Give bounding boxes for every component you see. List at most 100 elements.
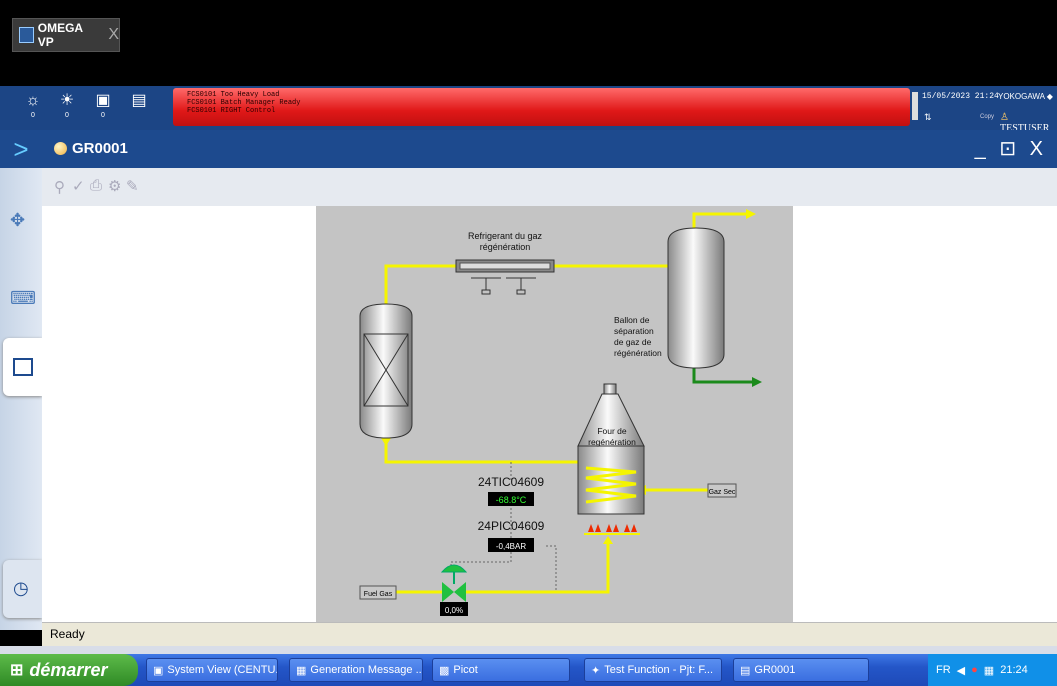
task-system-view[interactable]: ▣ System View (CENTU... bbox=[146, 658, 278, 682]
outlet-top-arrow bbox=[746, 209, 756, 219]
edit-icon[interactable]: ✎ bbox=[126, 177, 139, 195]
start-button[interactable]: ⊞ démarrer bbox=[0, 654, 138, 686]
pic-value: -0,4BAR bbox=[496, 542, 526, 551]
process-diagram: Refrigerant du gaz régénération Ballon d… bbox=[316, 206, 793, 622]
alarm-line: FCS0101 Batch Manager Ready bbox=[187, 99, 301, 107]
copy-label[interactable]: Copy bbox=[980, 114, 994, 120]
header-right: 15/05/2023 21:24 YOKOGAWA ◆ ⇅ Copy ♙ TES… bbox=[912, 86, 1057, 134]
clock-icon: ◷ bbox=[13, 578, 29, 598]
window-icon: ▦ bbox=[296, 664, 307, 677]
tuning-icon[interactable]: ⚙ bbox=[108, 177, 121, 195]
task-picot[interactable]: ▩ Picot bbox=[432, 658, 570, 682]
process-alarm-button[interactable]: ☼ 0 bbox=[18, 90, 48, 126]
window-icon: ▣ bbox=[153, 664, 164, 677]
control-valve-right[interactable] bbox=[454, 582, 466, 602]
process-alarm-count: 0 bbox=[31, 112, 35, 119]
ballon-label-4: régénération bbox=[614, 348, 662, 358]
system-alarm-button[interactable]: ☀ 0 bbox=[52, 90, 82, 126]
window-icon: ▩ bbox=[439, 664, 450, 677]
fuel-gas-label: Fuel Gas bbox=[364, 591, 393, 598]
cooler-label-2: régénération bbox=[480, 242, 531, 252]
tic-tag: 24TIC04609 bbox=[478, 475, 544, 489]
grid-icon bbox=[13, 358, 33, 376]
status-bar: Ready bbox=[42, 622, 1057, 646]
operator-guide-button[interactable]: ▣ 0 bbox=[88, 90, 118, 126]
history-tab[interactable]: ◷ bbox=[3, 560, 42, 618]
alarm-line: FCS0101 RIGHT Control bbox=[187, 107, 276, 115]
keyboard-icon[interactable]: ⌨ bbox=[10, 288, 36, 309]
app-icon bbox=[19, 27, 34, 43]
side-nav: > ✥ ⌨ ◷ bbox=[0, 130, 43, 630]
app-top-bar bbox=[0, 0, 1057, 86]
dryer-vessel bbox=[359, 303, 413, 439]
cooler-fans bbox=[471, 277, 536, 295]
check-icon[interactable]: ✓ bbox=[72, 177, 85, 195]
window-bottom-border bbox=[0, 646, 1057, 654]
task-label: GR0001 bbox=[754, 664, 796, 676]
status-text: Ready bbox=[50, 627, 85, 641]
operator-guide-count: 0 bbox=[101, 112, 105, 119]
print-icon[interactable]: ⎙ bbox=[90, 177, 102, 194]
gaz-sec-label: Gaz Sec bbox=[709, 489, 736, 496]
graphic-view-tab[interactable] bbox=[3, 338, 42, 396]
cooler-label-1: Refrigerant du gaz bbox=[468, 231, 543, 241]
user-icon: ♙ bbox=[1000, 112, 1009, 123]
windows-logo-icon: ⊞ bbox=[10, 662, 24, 679]
alarm-banner[interactable]: FCS0101 Too Heavy Load FCS0101 Batch Man… bbox=[173, 88, 910, 126]
message-button[interactable]: ▤ bbox=[124, 90, 154, 126]
fuel-arrow bbox=[603, 536, 613, 544]
tic-value: -68.8°C bbox=[496, 495, 527, 505]
status-lamp-icon bbox=[54, 142, 67, 155]
window-icon: ✦ bbox=[591, 664, 601, 677]
tray-chevron-icon[interactable]: ◀ bbox=[957, 664, 965, 677]
valve-actuator bbox=[440, 564, 468, 573]
navigation-icon[interactable]: ✥ bbox=[10, 210, 25, 231]
window-controls[interactable]: _ ⊡ X bbox=[975, 136, 1047, 161]
network-tray-icon[interactable]: ▦ bbox=[984, 664, 994, 677]
process-diagram-svg: Refrigerant du gaz régénération Ballon d… bbox=[359, 209, 762, 616]
task-test-function[interactable]: ✦ Test Function - Pjt: F... bbox=[584, 658, 722, 682]
window-title: GR0001 bbox=[72, 140, 128, 157]
four-label-1: Four de bbox=[597, 426, 627, 436]
cooler-tubes bbox=[459, 262, 551, 270]
process-alarm-icon: ☼ bbox=[25, 92, 41, 109]
return-arrow bbox=[381, 438, 391, 446]
furnace-stack bbox=[603, 383, 617, 395]
network-icon[interactable]: ⇅ bbox=[924, 112, 932, 123]
brand-logo: YOKOGAWA ◆ bbox=[998, 92, 1053, 101]
task-label: Picot bbox=[453, 664, 478, 676]
pic-tag: 24PIC04609 bbox=[478, 519, 545, 533]
control-valve-left[interactable] bbox=[442, 582, 454, 602]
task-gr0001[interactable]: ▤ GR0001 bbox=[733, 658, 869, 682]
start-label: démarrer bbox=[29, 659, 108, 680]
app-tab-title: OMEGA VP bbox=[37, 21, 83, 49]
language-indicator[interactable]: FR bbox=[936, 664, 951, 676]
window-toolbar: ⚲ ✓ ⎙ ⚙ ✎ bbox=[42, 168, 1057, 206]
ballon-label-2: séparation bbox=[614, 326, 654, 336]
alarm-line: FCS0101 Too Heavy Load bbox=[187, 91, 280, 99]
valve-value: 0,0% bbox=[445, 606, 463, 615]
app-tab[interactable]: OMEGA VP X bbox=[12, 18, 120, 52]
liquid-outlet-arrow bbox=[752, 377, 762, 387]
close-icon[interactable]: X bbox=[108, 26, 119, 44]
task-label: Generation Message ... bbox=[310, 664, 423, 676]
separator-drum bbox=[667, 227, 725, 369]
security-icon[interactable]: ● bbox=[971, 664, 978, 676]
four-label-2: regénération bbox=[588, 437, 636, 447]
liquid-outlet-line bbox=[692, 366, 752, 384]
system-tray: FR ◀ ● ▦ 21:24 bbox=[928, 654, 1057, 686]
burner-flames bbox=[588, 524, 637, 532]
zoom-icon[interactable]: ⚲ bbox=[54, 178, 65, 196]
task-generation-message[interactable]: ▦ Generation Message ... bbox=[289, 658, 423, 682]
task-label: System View (CENTU... bbox=[167, 664, 278, 676]
system-alarm-count: 0 bbox=[65, 112, 69, 119]
expand-chevron-icon[interactable]: > bbox=[0, 130, 42, 168]
operator-guide-icon: ▣ bbox=[95, 92, 111, 109]
ballon-label-3: de gaz de bbox=[614, 337, 652, 347]
task-label: Test Function - Pjt: F... bbox=[604, 664, 714, 676]
ballon-label-1: Ballon de bbox=[614, 315, 650, 325]
window-title-bar: GR0001 _ ⊡ X bbox=[42, 130, 1057, 168]
message-icon: ▤ bbox=[131, 92, 147, 109]
system-alarm-icon: ☀ bbox=[59, 92, 75, 109]
window-icon: ▤ bbox=[740, 664, 751, 677]
